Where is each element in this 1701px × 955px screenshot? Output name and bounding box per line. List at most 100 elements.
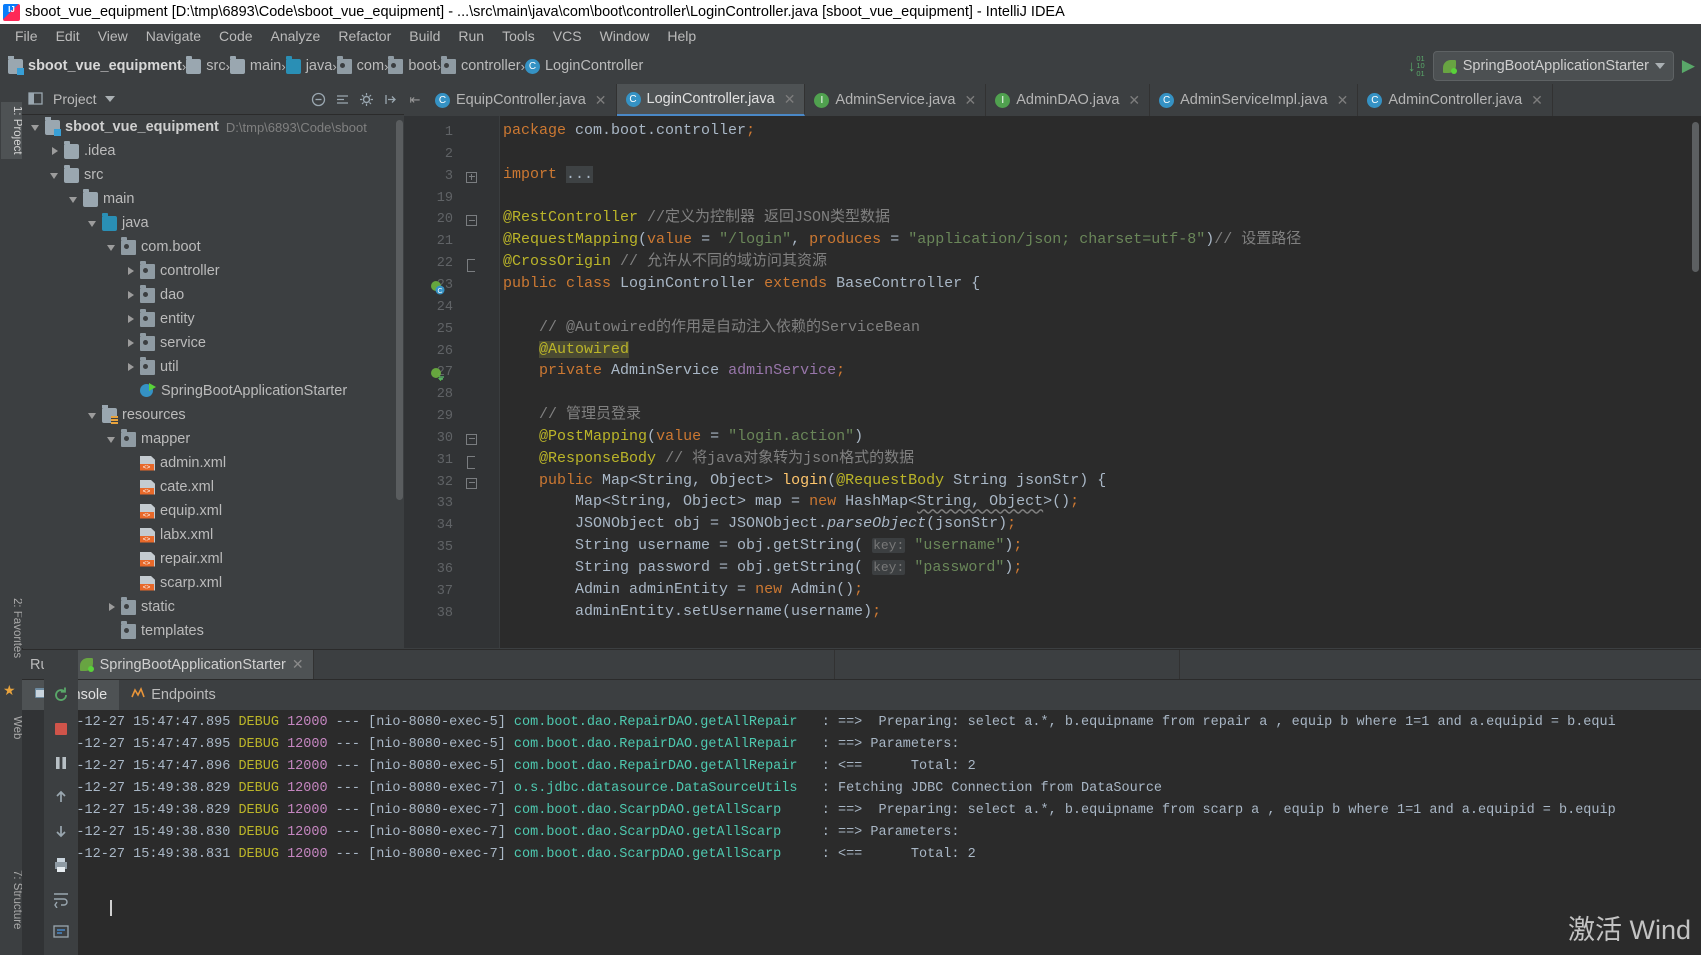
hide-panel-icon[interactable]	[383, 92, 398, 107]
run-configuration-selector[interactable]: SpringBootApplicationStarter	[1433, 51, 1674, 81]
fold-marker[interactable]	[466, 456, 477, 467]
breadcrumb-item-controller[interactable]: controller	[441, 58, 521, 74]
scroll-to-end-icon[interactable]	[52, 924, 70, 942]
spring-bean-autowire-icon[interactable]	[430, 367, 445, 382]
editor-tab-adminserviceimpl-java[interactable]: AdminServiceImpl.java✕	[1150, 84, 1358, 116]
editor-scrollbar[interactable]	[1692, 122, 1699, 272]
tree-node[interactable]: .idea	[22, 139, 404, 163]
run-button[interactable]: ▶	[1682, 56, 1695, 76]
collapse-all-icon[interactable]	[311, 92, 326, 107]
menu-item-code[interactable]: Code	[210, 26, 261, 46]
menu-item-help[interactable]: Help	[658, 26, 705, 46]
tree-node[interactable]: repair.xml	[22, 547, 404, 571]
print-icon[interactable]	[52, 856, 70, 874]
rerun-icon[interactable]	[52, 686, 70, 704]
binary-toggle-icon[interactable]: ↓ 011001	[1408, 55, 1425, 78]
tree-node[interactable]: controller	[22, 259, 404, 283]
chevron-down-icon[interactable]	[30, 121, 43, 134]
fold-marker[interactable]	[466, 172, 477, 183]
close-icon[interactable]: ✕	[292, 656, 304, 673]
pause-icon[interactable]	[52, 754, 70, 772]
project-tree-scrollbar[interactable]	[396, 120, 403, 500]
run-configuration-tab[interactable]: SpringBootApplicationStarter ✕	[70, 650, 313, 679]
breadcrumb-item-src[interactable]: src	[186, 58, 225, 74]
spring-bean-class-icon[interactable]: C	[430, 280, 445, 295]
tree-node[interactable]: mapper	[22, 427, 404, 451]
menu-item-navigate[interactable]: Navigate	[137, 26, 210, 46]
tree-node[interactable]: resources	[22, 403, 404, 427]
menu-item-edit[interactable]: Edit	[47, 26, 89, 46]
tree-node[interactable]: admin.xml	[22, 451, 404, 475]
tree-node[interactable]: labx.xml	[22, 523, 404, 547]
fold-marker[interactable]	[466, 215, 477, 226]
down-arrow-icon[interactable]	[52, 822, 70, 840]
tab-list-icon[interactable]: ⇤	[404, 84, 426, 116]
close-tab-icon[interactable]: ✕	[595, 92, 607, 109]
close-tab-icon[interactable]: ✕	[784, 91, 796, 108]
tree-node[interactable]: util	[22, 355, 404, 379]
menu-item-vcs[interactable]: VCS	[544, 26, 591, 46]
chevron-right-icon[interactable]	[125, 337, 138, 350]
editor-tab-adminservice-java[interactable]: AdminService.java✕	[805, 84, 986, 116]
chevron-right-icon[interactable]	[125, 265, 138, 278]
chevron-right-icon[interactable]	[106, 601, 119, 614]
settings-gear-icon[interactable]	[359, 92, 374, 107]
chevron-right-icon[interactable]	[49, 145, 62, 158]
tree-node[interactable]: src	[22, 163, 404, 187]
menu-item-build[interactable]: Build	[400, 26, 449, 46]
soft-wrap-icon[interactable]	[52, 890, 70, 908]
menu-item-run[interactable]: Run	[449, 26, 493, 46]
chevron-down-icon[interactable]	[106, 433, 119, 446]
tree-node[interactable]: service	[22, 331, 404, 355]
close-tab-icon[interactable]: ✕	[965, 92, 977, 109]
tree-node[interactable]: main	[22, 187, 404, 211]
project-tree[interactable]: sboot_vue_equipmentD:\tmp\6893\Code\sboo…	[22, 115, 404, 648]
breadcrumb-item-main[interactable]: main	[230, 58, 281, 74]
close-tab-icon[interactable]: ✕	[1128, 92, 1140, 109]
code-content[interactable]: package com.boot.controller;import ...@R…	[499, 116, 1701, 648]
close-tab-icon[interactable]: ✕	[1531, 92, 1543, 109]
fold-marker[interactable]	[466, 259, 477, 270]
favorites-star-icon[interactable]: ★	[3, 682, 19, 698]
menu-item-view[interactable]: View	[89, 26, 137, 46]
tree-node[interactable]: scarp.xml	[22, 571, 404, 595]
editor-tab-equipcontroller-java[interactable]: EquipController.java✕	[426, 84, 617, 116]
chevron-down-icon[interactable]	[68, 193, 81, 206]
breadcrumb-item-boot[interactable]: boot	[388, 58, 436, 74]
chevron-down-icon[interactable]	[49, 169, 62, 182]
chevron-down-icon[interactable]	[105, 96, 115, 102]
tree-node[interactable]: cate.xml	[22, 475, 404, 499]
chevron-right-icon[interactable]	[125, 289, 138, 302]
chevron-right-icon[interactable]	[125, 361, 138, 374]
chevron-down-icon[interactable]	[87, 217, 100, 230]
tree-node[interactable]: SpringBootApplicationStarter	[22, 379, 404, 403]
up-arrow-icon[interactable]	[52, 788, 70, 806]
menu-item-window[interactable]: Window	[591, 26, 659, 46]
breadcrumb-item-com[interactable]: com	[337, 58, 384, 74]
chevron-down-icon[interactable]	[87, 409, 100, 422]
fold-marker[interactable]	[466, 434, 477, 445]
console-output[interactable]: 2022-12-27 15:47:47.895 DEBUG 12000 --- …	[22, 710, 1701, 955]
breadcrumb-item-logincontroller[interactable]: LoginController	[525, 58, 643, 74]
editor-tab-admindao-java[interactable]: AdminDAO.java✕	[986, 84, 1150, 116]
tree-node[interactable]: static	[22, 595, 404, 619]
tree-node[interactable]: equip.xml	[22, 499, 404, 523]
tree-node[interactable]: com.boot	[22, 235, 404, 259]
breadcrumb-item-java[interactable]: java	[286, 58, 333, 74]
code-editor[interactable]: 1231920212223242526272829303132333435363…	[404, 116, 1701, 648]
editor-tab-admincontroller-java[interactable]: AdminController.java✕	[1358, 84, 1553, 116]
tree-node[interactable]: dao	[22, 283, 404, 307]
breadcrumb-item-sboot-vue-equipment[interactable]: sboot_vue_equipment	[8, 58, 182, 74]
menu-item-file[interactable]: File	[6, 26, 47, 46]
tree-node[interactable]: templates	[22, 619, 404, 643]
editor-gutter[interactable]: 1231920212223242526272829303132333435363…	[404, 116, 499, 648]
tree-node[interactable]: java	[22, 211, 404, 235]
tab-endpoints[interactable]: Endpoints	[119, 680, 228, 710]
stop-icon[interactable]	[52, 720, 70, 738]
chevron-down-icon[interactable]	[106, 241, 119, 254]
tree-node[interactable]: entity	[22, 307, 404, 331]
menu-item-tools[interactable]: Tools	[493, 26, 544, 46]
chevron-right-icon[interactable]	[125, 313, 138, 326]
expand-icon[interactable]	[335, 92, 350, 107]
close-tab-icon[interactable]: ✕	[1337, 92, 1349, 109]
